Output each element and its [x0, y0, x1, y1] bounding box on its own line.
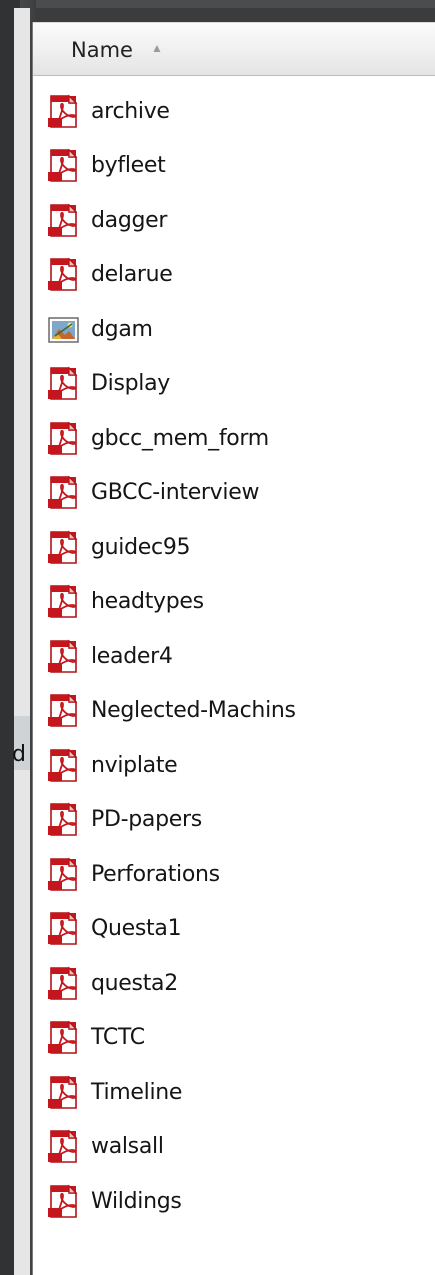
file-item[interactable]: TCTC — [46, 1011, 396, 1066]
file-item[interactable]: dgam — [46, 302, 396, 357]
file-name: Display — [91, 371, 170, 397]
pdf-file-icon — [46, 1075, 81, 1110]
file-name: dagger — [91, 207, 168, 233]
pdf-file-icon — [46, 1020, 81, 1055]
file-name: byfleet — [91, 153, 166, 179]
file-name: headtypes — [91, 589, 204, 615]
file-name: archive — [91, 98, 170, 124]
file-name: nviplate — [91, 752, 178, 778]
file-item[interactable]: gbcc_mem_form — [46, 411, 396, 466]
file-item[interactable]: archive — [46, 84, 396, 139]
navigation-pane-clipped-text: d — [12, 742, 26, 767]
file-name: Questa1 — [91, 916, 182, 942]
pdf-file-icon — [46, 366, 81, 401]
name-column-header[interactable]: Name ▲ — [33, 22, 435, 76]
file-item[interactable]: Timeline — [46, 1065, 396, 1120]
name-column-label: Name — [71, 38, 133, 62]
file-item[interactable]: headtypes — [46, 575, 396, 630]
file-name: GBCC-interview — [91, 480, 260, 506]
pdf-file-icon — [46, 693, 81, 728]
pdf-file-icon — [46, 911, 81, 946]
file-item[interactable]: Questa1 — [46, 902, 396, 957]
window-frame-top — [0, 0, 435, 8]
file-item[interactable]: PD-papers — [46, 793, 396, 848]
file-name: TCTC — [91, 1025, 145, 1051]
file-name: leader4 — [91, 643, 173, 669]
image-file-icon — [46, 312, 81, 347]
pdf-file-icon — [46, 584, 81, 619]
pdf-file-icon — [46, 1129, 81, 1164]
pdf-file-icon — [46, 475, 81, 510]
file-name: guidec95 — [91, 534, 191, 560]
file-item[interactable]: GBCC-interview — [46, 466, 396, 521]
file-name: questa2 — [91, 970, 178, 996]
sort-ascending-icon: ▲ — [151, 41, 163, 55]
file-name: dgam — [91, 316, 153, 342]
pdf-file-icon — [46, 148, 81, 183]
pdf-file-icon — [46, 421, 81, 456]
pdf-file-icon — [46, 94, 81, 129]
file-name: Wildings — [91, 1188, 182, 1214]
file-list: archive byfleet dagger delarue dgam Disp… — [46, 84, 396, 1229]
file-item[interactable]: leader4 — [46, 629, 396, 684]
pdf-file-icon — [46, 966, 81, 1001]
pdf-file-icon — [46, 748, 81, 783]
file-name: delarue — [91, 262, 173, 288]
pdf-file-icon — [46, 530, 81, 565]
file-item[interactable]: Wildings — [46, 1174, 396, 1229]
file-item[interactable]: walsall — [46, 1120, 396, 1175]
file-name: gbcc_mem_form — [91, 425, 269, 451]
pdf-file-icon — [46, 802, 81, 837]
file-item[interactable]: Display — [46, 357, 396, 412]
file-item[interactable]: delarue — [46, 248, 396, 303]
navigation-pane[interactable]: d — [12, 8, 30, 1275]
pdf-file-icon — [46, 639, 81, 674]
file-item[interactable]: guidec95 — [46, 520, 396, 575]
pdf-file-icon — [46, 857, 81, 892]
pdf-file-icon — [46, 1184, 81, 1219]
file-name: Perforations — [91, 861, 220, 887]
file-name: walsall — [91, 1134, 164, 1160]
file-item[interactable]: dagger — [46, 193, 396, 248]
file-item[interactable]: questa2 — [46, 956, 396, 1011]
file-item[interactable]: Neglected-Machins — [46, 684, 396, 739]
file-name: Neglected-Machins — [91, 698, 296, 724]
file-item[interactable]: Perforations — [46, 847, 396, 902]
file-name: PD-papers — [91, 807, 202, 833]
file-name: Timeline — [91, 1079, 183, 1105]
file-item[interactable]: nviplate — [46, 738, 396, 793]
pdf-file-icon — [46, 203, 81, 238]
pdf-file-icon — [46, 257, 81, 292]
file-item[interactable]: byfleet — [46, 139, 396, 194]
